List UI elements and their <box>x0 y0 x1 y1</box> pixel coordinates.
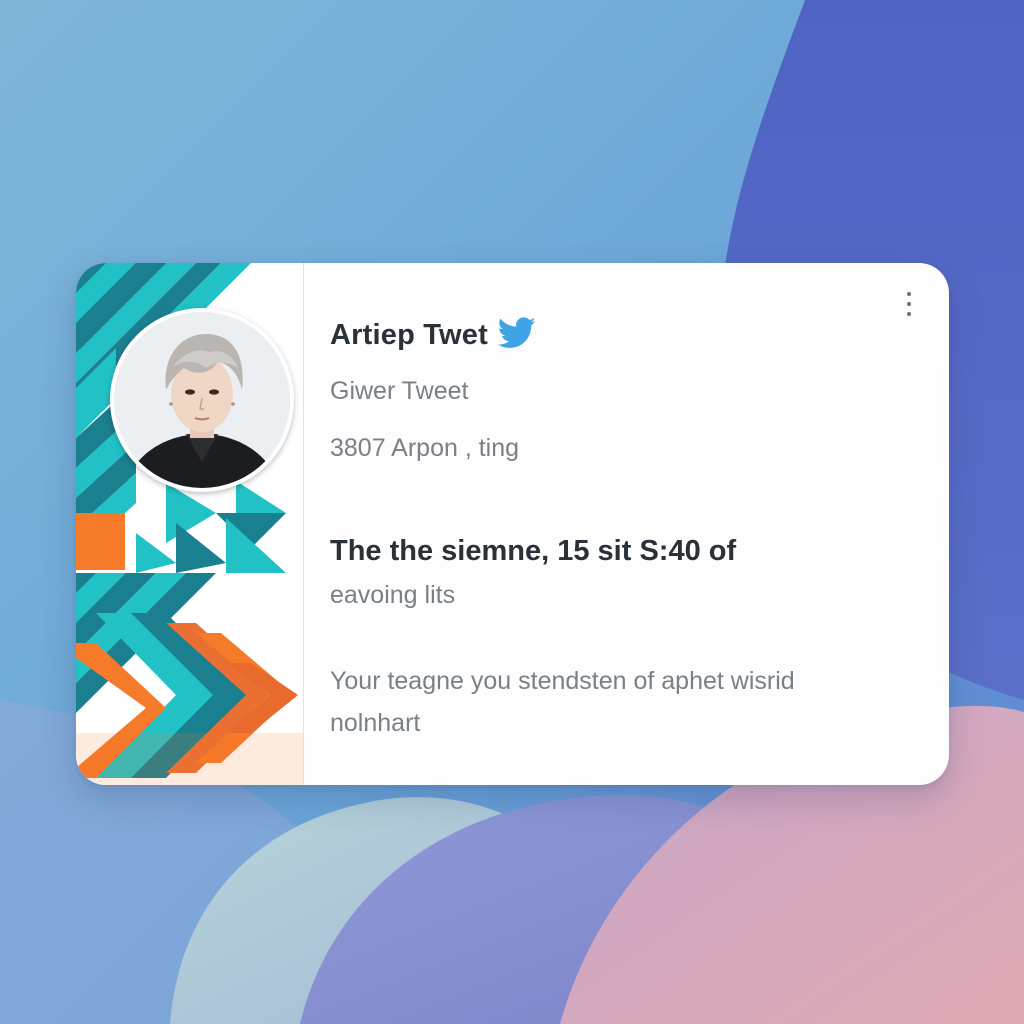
more-vertical-icon-dot <box>907 302 911 306</box>
profile-photo <box>114 312 290 488</box>
more-vertical-icon <box>907 292 911 296</box>
divider <box>303 263 304 785</box>
tweet-headline-sub: eavoing lits <box>330 581 456 609</box>
tweet-card[interactable]: Artiep Twet Giwer Tweet 3807 Arpon , tin… <box>76 263 949 785</box>
card-subtitle: Giwer Tweet <box>330 377 469 405</box>
twitter-bird-icon <box>497 316 536 349</box>
avatar[interactable] <box>110 308 294 492</box>
card-meta: 3807 Arpon , ting <box>330 434 520 462</box>
title-row: Artiep Twet <box>330 316 536 352</box>
tweet-headline: The the siemne, 15 sit S:40 of <box>330 535 737 567</box>
card-title: Artiep Twet <box>330 319 488 351</box>
tweet-body-line: nolnhart <box>330 709 421 737</box>
tweet-body-line: Your teagne you stendsten of aphet wisri… <box>330 667 795 695</box>
more-vertical-icon-dot <box>907 312 911 316</box>
more-options-button[interactable] <box>898 289 920 319</box>
